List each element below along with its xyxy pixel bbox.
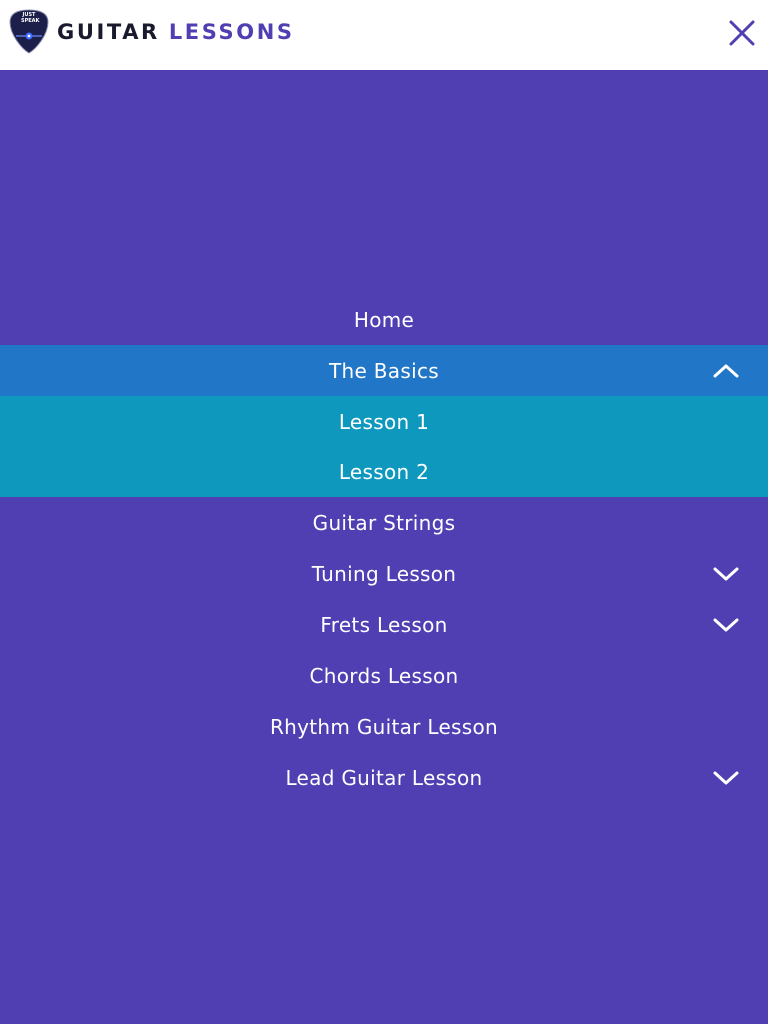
logo[interactable]: JUST SPEAK xyxy=(9,9,49,55)
submenu-item-label: Lesson 2 xyxy=(338,460,430,484)
nav-item-home[interactable]: Home xyxy=(0,294,768,345)
nav-item-rhythm-guitar-lesson[interactable]: Rhythm Guitar Lesson xyxy=(0,701,768,752)
site-title-part1: GUITAR xyxy=(57,20,160,44)
site-title-part2: LESSONS xyxy=(168,20,295,44)
site-title[interactable]: GUITAR LESSONS xyxy=(57,17,295,47)
chevron-down-icon[interactable] xyxy=(712,616,740,633)
nav-item-label: Frets Lesson xyxy=(320,612,448,637)
nav-item-lead-guitar-lesson[interactable]: Lead Guitar Lesson xyxy=(0,752,768,803)
nav-item-the-basics[interactable]: The Basics xyxy=(0,345,768,396)
nav-item-label: Guitar Strings xyxy=(312,510,456,535)
nav-item-label: Home xyxy=(353,307,415,332)
nav-item-frets-lesson[interactable]: Frets Lesson xyxy=(0,599,768,650)
submenu-item-lesson-2[interactable]: Lesson 2 xyxy=(0,447,768,497)
nav-item-guitar-strings[interactable]: Guitar Strings xyxy=(0,497,768,548)
chevron-up-icon[interactable] xyxy=(712,362,740,379)
nav-item-label: Lead Guitar Lesson xyxy=(285,765,483,790)
nav-item-label: The Basics xyxy=(329,358,439,383)
nav-item-label: Tuning Lesson xyxy=(311,561,457,586)
the-basics-submenu: Lesson 1 Lesson 2 xyxy=(0,396,768,497)
logo-text: JUST SPEAK xyxy=(21,12,40,24)
submenu-item-lesson-1[interactable]: Lesson 1 xyxy=(0,396,768,447)
main-navigation: Home The Basics Lesson 1 Lesson 2 Guitar… xyxy=(0,294,768,803)
close-icon xyxy=(729,20,755,46)
header: JUST SPEAK GUITAR LESSONS xyxy=(0,0,768,70)
chevron-down-icon[interactable] xyxy=(712,565,740,582)
chevron-down-icon[interactable] xyxy=(712,769,740,786)
nav-item-chords-lesson[interactable]: Chords Lesson xyxy=(0,650,768,701)
nav-item-label: Rhythm Guitar Lesson xyxy=(269,714,499,739)
nav-item-tuning-lesson[interactable]: Tuning Lesson xyxy=(0,548,768,599)
submenu-item-label: Lesson 1 xyxy=(338,409,430,434)
close-menu-button[interactable] xyxy=(727,18,757,48)
nav-item-label: Chords Lesson xyxy=(309,663,459,688)
